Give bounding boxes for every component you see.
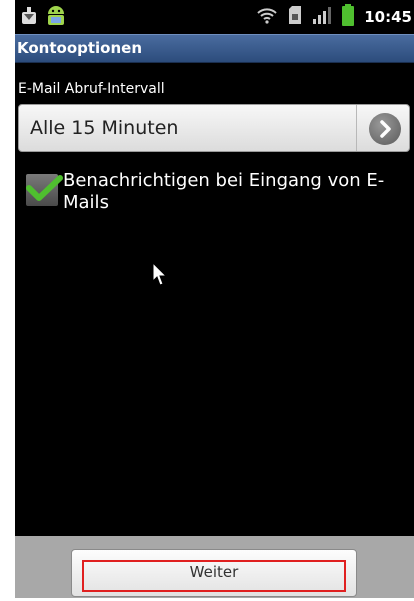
bottom-bar: Weiter	[15, 536, 414, 598]
battery-icon	[342, 4, 355, 30]
sd-card-icon	[288, 5, 302, 29]
notify-label: Benachrichtigen bei Eingang von E-Mails	[63, 170, 385, 213]
checkmark-icon	[26, 175, 63, 201]
android-icon	[45, 4, 67, 32]
next-button-label: Weiter	[189, 563, 239, 581]
next-button[interactable]: Weiter	[71, 549, 357, 597]
clock: 10:45	[364, 8, 412, 26]
status-bar: 10:45	[15, 0, 414, 34]
interval-spinner[interactable]: Alle 15 Minuten	[18, 104, 410, 152]
mouse-pointer-icon	[152, 261, 168, 292]
chevron-right-icon[interactable]	[369, 113, 401, 145]
title-bar: Kontooptionen	[15, 34, 414, 63]
wifi-icon	[256, 5, 278, 29]
phone-screen: 10:45 Kontooptionen E-Mail Abruf-Interva…	[15, 0, 414, 598]
interval-label: E-Mail Abruf-Intervall	[18, 81, 165, 97]
signal-icon	[312, 5, 332, 29]
interval-value: Alle 15 Minuten	[30, 117, 179, 139]
page-title: Kontooptionen	[17, 39, 143, 57]
notify-checkbox[interactable]	[26, 174, 63, 206]
download-icon	[21, 6, 37, 30]
spinner-divider	[356, 105, 357, 151]
